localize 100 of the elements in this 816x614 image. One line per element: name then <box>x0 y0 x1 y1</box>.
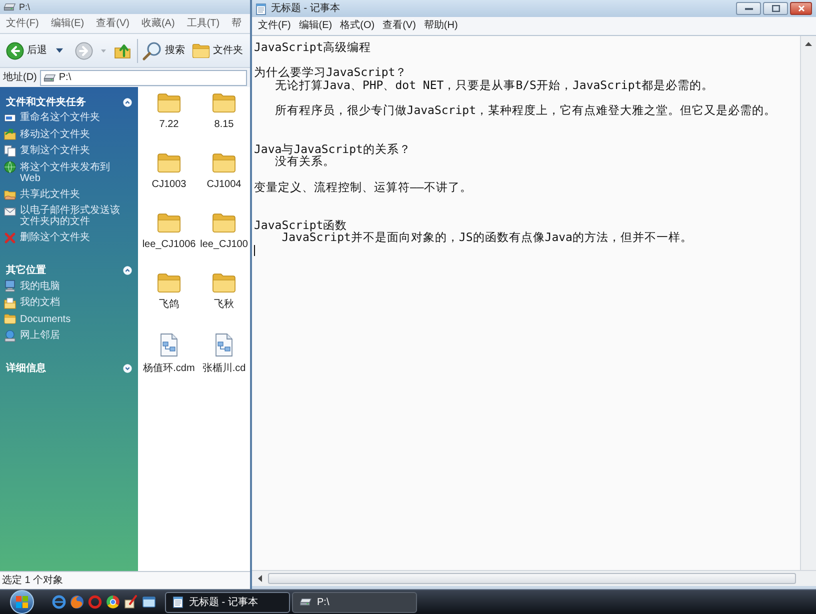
sidebar-link[interactable]: 删除这个文件夹 <box>4 232 90 244</box>
address-label: 地址(D) <box>3 70 37 85</box>
text-line: Java与JavaScript的关系？ <box>254 142 411 156</box>
back-button[interactable]: 后退 <box>6 42 47 60</box>
pages-icon <box>4 144 16 156</box>
folder-icon <box>157 153 181 173</box>
text-line: 无论打算Java、PHP、dot NET，只要是从事B/S开始，JavaScript都是必需的。 <box>274 79 714 92</box>
maximize-icon <box>772 5 780 12</box>
menu-item[interactable]: 编辑(E) <box>50 18 84 30</box>
chevron-down-icon[interactable] <box>123 364 132 373</box>
search-icon <box>142 40 162 60</box>
text-box-icon <box>4 112 16 124</box>
chevron-up-icon[interactable] <box>123 266 132 275</box>
folder-icon <box>212 273 236 293</box>
drive-icon <box>42 74 56 82</box>
text-line: JavaScript高级编程 <box>254 41 372 54</box>
delete-icon <box>4 232 16 244</box>
text-line: JavaScript并不是面向对象的，JS的函数有点像Java的方法，但并不一样。 <box>282 231 692 244</box>
window-title: P:\ <box>19 2 30 12</box>
maximize-button[interactable] <box>763 2 788 15</box>
sidebar-link[interactable]: 我的文档 <box>4 297 60 308</box>
circle-bar-icon[interactable] <box>52 595 66 609</box>
diagram-file-icon <box>158 333 179 357</box>
file-item[interactable]: 8.15 <box>212 93 236 131</box>
drive-icon <box>3 3 16 11</box>
taskbar-button[interactable]: P:\ <box>292 592 417 612</box>
menu-item[interactable]: 查看(V) <box>382 20 416 32</box>
sidebar-link[interactable]: 将这个文件夹发布到 Web <box>4 162 126 184</box>
file-item[interactable]: CJ1004 <box>206 153 242 191</box>
scrollbar-thumb[interactable] <box>268 573 796 584</box>
minimize-button[interactable] <box>736 2 761 15</box>
envelope-icon <box>4 204 16 216</box>
close-icon <box>798 5 804 12</box>
notepad-icon <box>172 596 184 608</box>
menu-item[interactable]: 帮助(H) <box>424 20 458 32</box>
documents-folder-icon <box>4 296 16 308</box>
file-item[interactable]: 飞鸽 <box>157 273 181 311</box>
menu-item[interactable]: 帮 <box>232 18 242 30</box>
address-field[interactable]: P:\ <box>40 70 247 86</box>
menu-item[interactable]: 收藏(A) <box>141 18 175 30</box>
up-arrow-icon[interactable] <box>805 42 812 46</box>
menu-item[interactable]: 格式(O) <box>340 20 375 32</box>
menu-item[interactable]: 编辑(E) <box>298 20 332 32</box>
text-line: 没有关系。 <box>274 155 335 168</box>
color-wheel-icon[interactable] <box>106 595 120 609</box>
taskbar-button[interactable]: 无标题 - 记事本 <box>165 592 290 612</box>
notepad-icon <box>255 2 267 14</box>
folder-icon <box>212 153 236 173</box>
folder-icon <box>4 313 16 325</box>
folder-icon <box>157 213 181 233</box>
text-line: 变量定义、流程控制、运算符——不讲了。 <box>254 180 472 194</box>
sidebar-link[interactable]: 移动这个文件夹 <box>4 128 90 140</box>
folder-up-arrow-icon[interactable] <box>114 42 132 60</box>
horizontal-scrollbar[interactable] <box>252 570 816 586</box>
section-title: 文件和文件夹任务 <box>6 96 86 110</box>
folder-icon <box>157 273 181 293</box>
menu-item[interactable]: 文件(F) <box>258 20 291 32</box>
search-button[interactable]: 搜索 <box>142 40 185 60</box>
file-item[interactable]: lee_CJ100 <box>200 213 248 251</box>
vertical-scrollbar[interactable] <box>800 36 816 570</box>
globe-icon <box>4 161 16 173</box>
close-button[interactable] <box>790 2 812 15</box>
sidebar-link[interactable]: 复制这个文件夹 <box>4 145 90 156</box>
minimize-icon <box>744 8 752 10</box>
status-text: 选定 1 个对象 <box>2 574 64 588</box>
text-line: 所有程序员，很少专门做JavaScript，某种程度上，它有点难登大雅之堂。但它又是必需的。 <box>274 104 776 118</box>
sidebar-link[interactable]: 我的电脑 <box>4 280 60 292</box>
ring-icon[interactable] <box>88 595 102 609</box>
left-arrow-icon[interactable] <box>258 575 262 582</box>
folder-arrow-icon <box>4 128 16 140</box>
sidebar-link[interactable]: 共享此文件夹 <box>4 188 80 200</box>
text-cursor <box>254 245 255 256</box>
folder-icon <box>192 42 210 58</box>
computer-icon <box>4 280 16 292</box>
swirl-globe-icon[interactable] <box>70 595 84 609</box>
menu-item[interactable]: 工具(T) <box>186 18 220 30</box>
menu-item[interactable]: 查看(V) <box>96 18 130 30</box>
text-line: 为什么要学习JavaScript？ <box>254 66 408 80</box>
window-icon[interactable] <box>142 595 156 609</box>
file-item[interactable]: 杨值环.cdm <box>143 333 195 375</box>
sidebar-link[interactable]: 重命名这个文件夹 <box>4 112 100 124</box>
shared-folder-icon <box>4 188 16 200</box>
folder-icon <box>212 93 236 113</box>
start-button[interactable] <box>10 590 34 614</box>
canvas-brush-icon[interactable] <box>124 595 138 609</box>
caret-icon[interactable] <box>56 48 63 53</box>
folder-icon <box>212 213 236 233</box>
folders-button[interactable]: 文件夹 <box>192 42 243 58</box>
file-item[interactable]: CJ1003 <box>152 153 186 191</box>
section-title: 详细信息 <box>6 361 46 376</box>
file-item[interactable]: 飞秋 <box>212 273 236 311</box>
file-item[interactable]: 7.22 <box>157 93 181 131</box>
chevron-up-icon[interactable] <box>123 98 132 106</box>
file-item[interactable]: 张楯川.cd <box>202 333 246 375</box>
windows-flag-icon <box>16 596 28 608</box>
sidebar-link[interactable]: 以电子邮件形式发送该文件夹内的文件 <box>4 205 126 227</box>
menu-item[interactable]: 文件(F) <box>6 18 39 30</box>
drive-icon <box>299 598 312 606</box>
network-icon <box>4 330 16 342</box>
file-item[interactable]: lee_CJ1006 <box>142 213 196 251</box>
